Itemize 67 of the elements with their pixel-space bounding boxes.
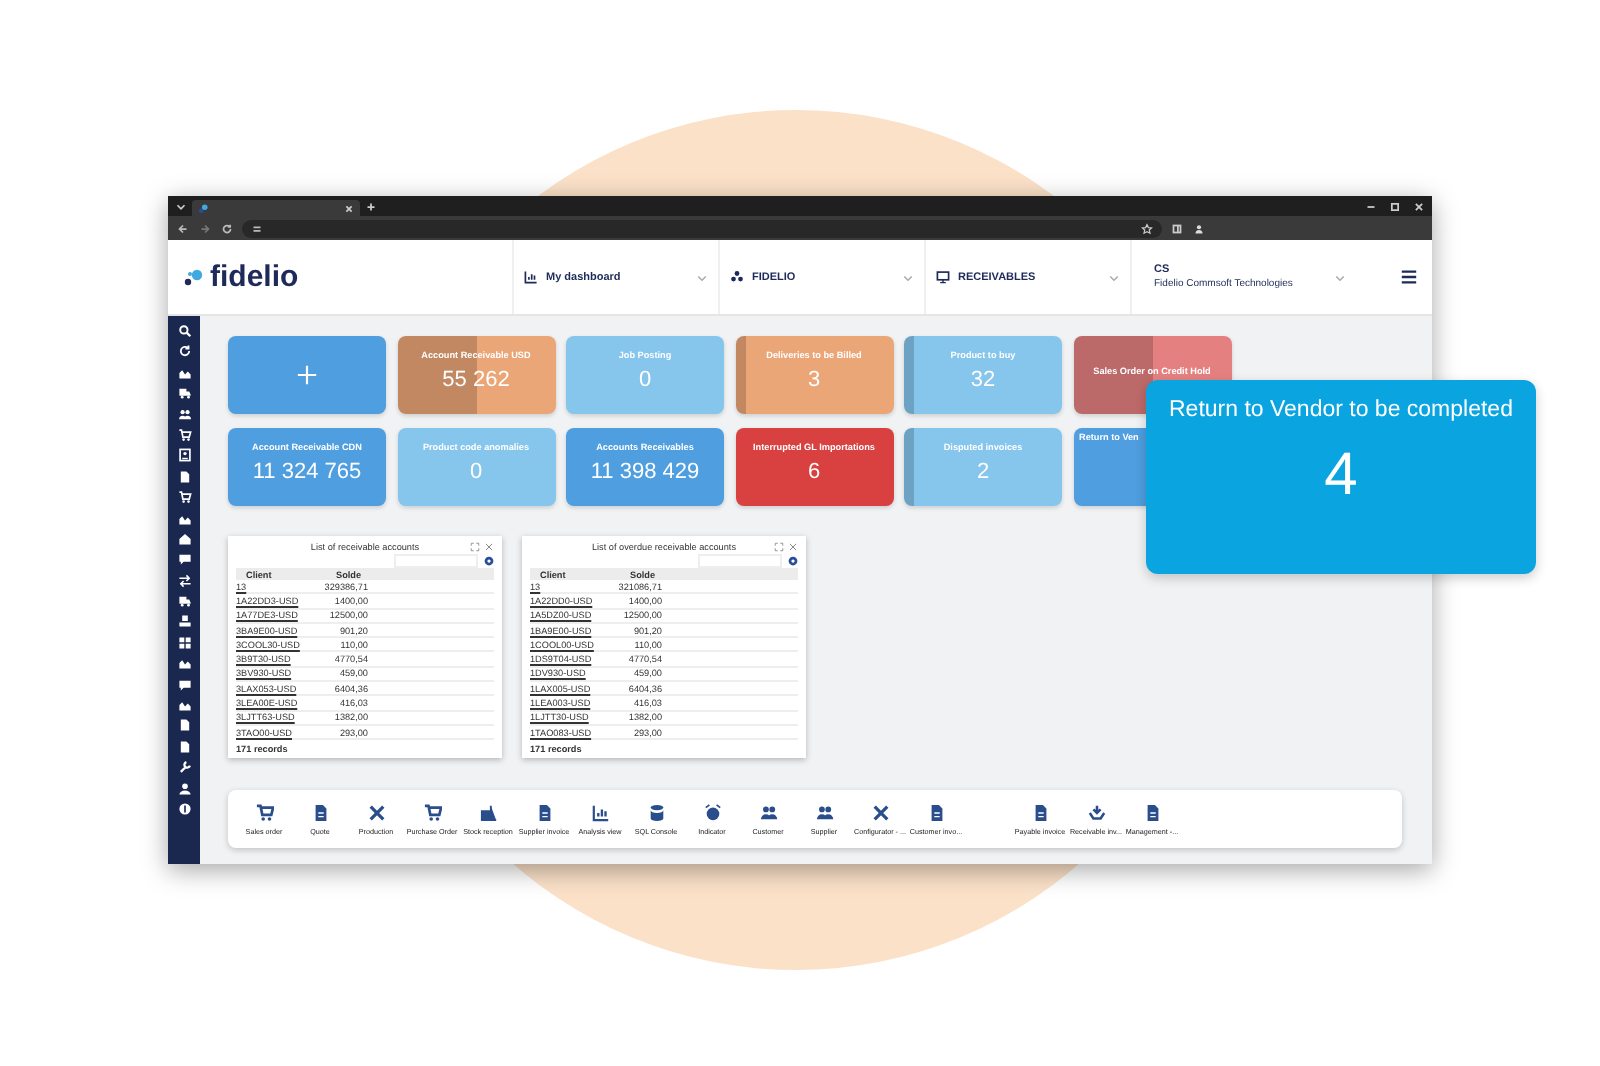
search-icon[interactable] (177, 324, 191, 338)
chevron-down-icon (696, 271, 708, 283)
kpi-tile[interactable] (228, 336, 386, 414)
plus-icon[interactable] (364, 199, 378, 213)
document-icon (535, 803, 553, 822)
people-icon[interactable] (177, 407, 191, 422)
tile-value: 0 (469, 460, 483, 484)
favicon-icon (196, 201, 210, 215)
tile-value: 3 (807, 368, 821, 392)
cart-icon (255, 803, 273, 822)
document-icon (311, 803, 329, 822)
wrench-icon[interactable] (177, 760, 191, 775)
site-settings-icon[interactable] (250, 221, 264, 235)
tile-value: 55 262 (442, 368, 510, 392)
person-icon[interactable] (177, 781, 191, 796)
sidebar-icon[interactable] (1170, 221, 1184, 235)
logo-text: fidelio (210, 260, 299, 294)
restore-icon[interactable] (1388, 199, 1402, 213)
document-icon[interactable] (177, 469, 191, 484)
coin-icon[interactable] (177, 801, 191, 816)
address-field[interactable] (242, 219, 1162, 237)
house-icon[interactable] (177, 531, 191, 546)
add-icon (296, 364, 318, 386)
document-icon (927, 803, 945, 822)
truck-icon[interactable] (177, 594, 191, 609)
tile-value: 0 (638, 368, 652, 392)
chevron-down-icon (1334, 271, 1346, 283)
chevron-down-icon (902, 271, 914, 283)
people-icon (815, 803, 833, 822)
tile-value: 32 (970, 368, 996, 392)
back-icon[interactable] (176, 221, 190, 235)
settings-icon[interactable] (788, 556, 798, 566)
logo-icon (182, 265, 206, 289)
reload-icon[interactable] (220, 221, 234, 235)
tile-value: 11 324 765 (252, 460, 362, 484)
menu-icon[interactable] (1400, 268, 1418, 286)
tile-value: 2 (976, 460, 990, 484)
refresh-icon[interactable] (177, 344, 191, 359)
truck-icon[interactable] (177, 386, 191, 401)
close-icon[interactable] (342, 201, 356, 215)
people-icon (759, 803, 777, 822)
monitor-icon (936, 270, 950, 284)
settings-icon[interactable] (484, 556, 494, 566)
chevron-down-icon (1108, 271, 1120, 283)
id-card-icon[interactable] (177, 448, 191, 463)
tile-value: 6 (807, 460, 821, 484)
database-icon (647, 803, 665, 822)
close-icon[interactable] (1412, 199, 1426, 213)
alarm-icon (703, 803, 721, 822)
document-icon (1143, 803, 1161, 822)
chat-icon[interactable] (177, 552, 191, 567)
chevron-down-icon[interactable] (174, 199, 188, 213)
tile-value: 11 398 429 (590, 460, 700, 484)
filter-field[interactable] (698, 554, 782, 568)
grid-icon[interactable] (177, 635, 191, 650)
people-icon (730, 270, 744, 284)
cart-icon (423, 803, 441, 822)
chat-icon[interactable] (177, 677, 191, 692)
forward-icon[interactable] (198, 221, 212, 235)
star-icon[interactable] (1140, 221, 1154, 235)
cart-icon[interactable] (177, 490, 191, 505)
filter-field[interactable] (394, 554, 478, 568)
profile-icon[interactable] (1192, 221, 1206, 235)
document-icon (1031, 803, 1049, 822)
swap-icon[interactable] (177, 573, 191, 588)
card-value: 4 (1324, 442, 1358, 510)
cart-icon[interactable] (177, 427, 191, 442)
